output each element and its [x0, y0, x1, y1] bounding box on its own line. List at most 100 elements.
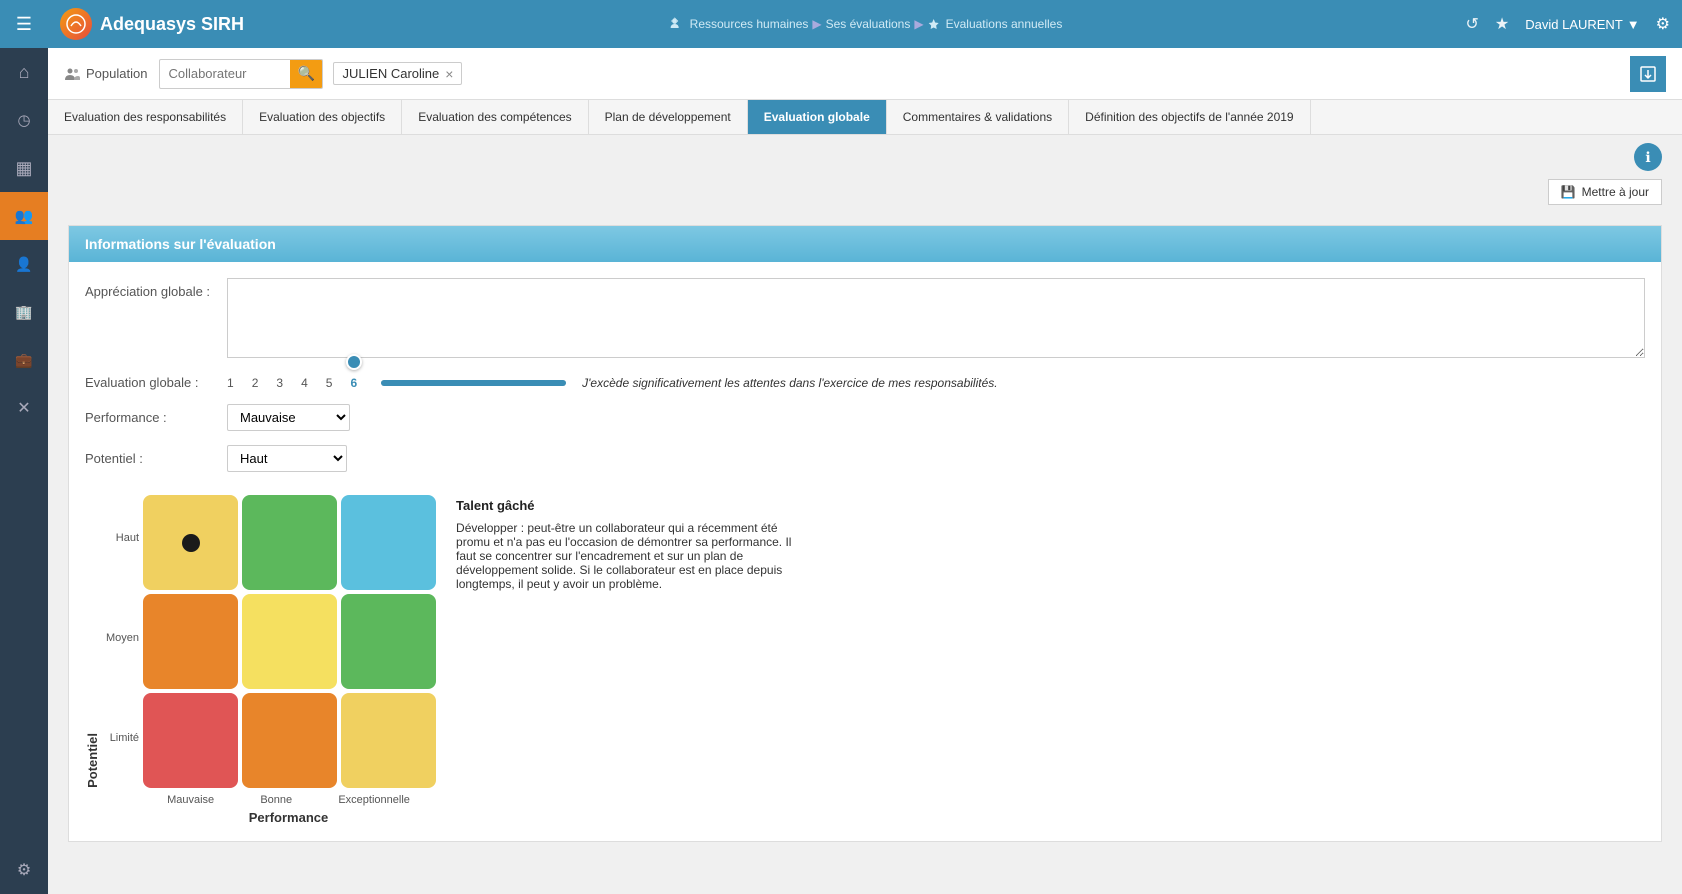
- desc-text: Développer : peut-être un collaborateur …: [456, 521, 806, 591]
- cell-limite-bonne: [242, 693, 337, 788]
- cell-moyen-exceptionnelle: [341, 594, 436, 689]
- eval-label2: Evaluation globale :: [85, 375, 215, 390]
- logo-circle: [60, 8, 92, 40]
- population-label: Population: [64, 66, 147, 82]
- real-slider[interactable]: [381, 380, 566, 386]
- sidebar-item-briefcase[interactable]: 💼: [0, 336, 48, 384]
- collaborator-tag: JULIEN Caroline ×: [333, 62, 462, 85]
- tab-responsabilites[interactable]: Evaluation des responsabilités: [48, 100, 243, 134]
- cell-limite-mauvaise: [143, 693, 238, 788]
- sidebar-item-settings[interactable]: ⚙: [0, 846, 48, 894]
- cell-moyen-mauvaise: [143, 594, 238, 689]
- building-icon: 🏢: [15, 304, 32, 321]
- sidebar-item-person[interactable]: 👤: [0, 240, 48, 288]
- perf-field-row: Performance : Mauvaise Bonne Exceptionne…: [85, 404, 1645, 431]
- topnav-gear-icon[interactable]: ⚙: [1656, 14, 1670, 34]
- sidebar-item-people[interactable]: 👥: [0, 192, 48, 240]
- clock-icon: ◷: [17, 111, 30, 129]
- user-arrow: ▼: [1627, 17, 1640, 32]
- tab-objectifs-2019[interactable]: Définition des objectifs de l'année 2019: [1069, 100, 1310, 134]
- home-icon: ☰: [16, 14, 32, 35]
- cell-haut-exceptionnelle: [341, 495, 436, 590]
- performance-select[interactable]: Mauvaise Bonne Exceptionnelle: [227, 404, 350, 431]
- y-label-haut: Haut: [106, 488, 139, 588]
- y-label-limite: Limité: [106, 688, 139, 788]
- top-nav: Adequasys SIRH Ressources humaines ▶ Ses…: [48, 0, 1682, 48]
- tag-label: JULIEN Caroline: [342, 66, 439, 81]
- sidebar-item-home[interactable]: ☰: [0, 0, 48, 48]
- eval-slider-group: 1 2 3 4 5 6: [227, 376, 998, 390]
- breadcrumb-evals[interactable]: Ses évaluations: [826, 17, 911, 31]
- apprec-label: Appréciation globale :: [85, 278, 215, 299]
- y-label-moyen: Moyen: [106, 588, 139, 688]
- page-content: ℹ 💾 Mettre à jour Informations sur l'éva…: [48, 135, 1682, 894]
- apprec-textarea[interactable]: [227, 278, 1645, 358]
- sidebar-item-x[interactable]: ✕: [0, 384, 48, 432]
- briefcase-icon: 💼: [15, 352, 32, 369]
- star-icon[interactable]: ★: [1495, 14, 1509, 34]
- breadcrumb: Ressources humaines ▶ Ses évaluations ▶ …: [668, 17, 1063, 31]
- info-circle-button[interactable]: ℹ: [1634, 143, 1662, 171]
- section-body: Appréciation globale : Evaluation global…: [69, 262, 1661, 841]
- person-icon: 👤: [15, 256, 32, 273]
- search-input-wrap: 🔍: [159, 59, 323, 89]
- cell-limite-exceptionnelle: [341, 693, 436, 788]
- tab-commentaires[interactable]: Commentaires & validations: [887, 100, 1069, 134]
- export-button[interactable]: [1630, 56, 1666, 92]
- sidebar-item-clock[interactable]: ◷: [0, 96, 48, 144]
- people-icon: 👥: [15, 207, 34, 225]
- cell-haut-mauvaise: [143, 495, 238, 590]
- sidebar-item-home2[interactable]: ⌂: [0, 48, 48, 96]
- content-inner: Informations sur l'évaluation Appréciati…: [48, 215, 1682, 888]
- grid-icon: ▦: [15, 158, 32, 179]
- top-nav-right: ↺ ★ David LAURENT ▼ ⚙: [1465, 14, 1670, 34]
- tab-objectifs[interactable]: Evaluation des objectifs: [243, 100, 402, 134]
- evaluation-info-section: Informations sur l'évaluation Appréciati…: [68, 225, 1662, 842]
- potentiel-label: Potentiel :: [85, 445, 215, 466]
- search-row: Population 🔍 JULIEN Caroline ×: [48, 48, 1682, 100]
- section-header: Informations sur l'évaluation: [69, 226, 1661, 262]
- search-button[interactable]: 🔍: [290, 59, 322, 89]
- potentiel-select[interactable]: Haut Moyen Limité: [227, 445, 347, 472]
- sep2: ▶: [914, 17, 923, 31]
- potentiel-control: Haut Moyen Limité: [227, 445, 1645, 472]
- matrix-grid-wrap: Potentiel Haut Moyen Limité: [85, 488, 436, 788]
- apprec-field-row: Appréciation globale :: [85, 278, 1645, 361]
- x-icon: ✕: [17, 398, 30, 418]
- cell-haut-bonne: [242, 495, 337, 590]
- y-labels: Haut Moyen Limité: [106, 488, 139, 788]
- user-menu[interactable]: David LAURENT ▼: [1525, 17, 1639, 32]
- breadcrumb-annual[interactable]: Evaluations annuelles: [946, 17, 1063, 31]
- matrix-grid: [143, 495, 436, 788]
- tag-close[interactable]: ×: [445, 67, 453, 81]
- settings-icon: ⚙: [17, 860, 31, 880]
- eval-desc-text: J'excède significativement les attentes …: [582, 376, 997, 390]
- house-icon: ⌂: [19, 62, 30, 83]
- app-title: Adequasys SIRH: [100, 14, 244, 35]
- sep1: ▶: [812, 17, 821, 31]
- sidebar-item-building[interactable]: 🏢: [0, 288, 48, 336]
- sidebar-item-grid[interactable]: ▦: [0, 144, 48, 192]
- cell-moyen-bonne: [242, 594, 337, 689]
- tab-evaluation-globale[interactable]: Evaluation globale: [748, 100, 887, 134]
- matrix-container: Potentiel Haut Moyen Limité: [85, 488, 436, 825]
- x-axis-area: Mauvaise Bonne Exceptionnelle Performanc…: [144, 788, 433, 825]
- perf-label: Performance :: [85, 404, 215, 425]
- eval-row-clean: Evaluation globale : 1 2 3 4 5 6: [85, 375, 1645, 390]
- perf-control: Mauvaise Bonne Exceptionnelle: [227, 404, 1645, 431]
- main-area: Adequasys SIRH Ressources humaines ▶ Ses…: [48, 0, 1682, 894]
- potentiel-field-row: Potentiel : Haut Moyen Limité: [85, 445, 1645, 472]
- matrix-description: Talent gâché Développer : peut-être un c…: [456, 488, 806, 591]
- matrix-area: Potentiel Haut Moyen Limité: [85, 488, 1645, 825]
- user-name: David LAURENT: [1525, 17, 1623, 32]
- search-input[interactable]: [160, 66, 290, 81]
- refresh-icon[interactable]: ↺: [1465, 14, 1478, 34]
- x-labels: Mauvaise Bonne Exceptionnelle: [144, 794, 433, 806]
- selection-dot: [182, 534, 200, 552]
- update-button[interactable]: 💾 Mettre à jour: [1548, 179, 1662, 205]
- tab-competences[interactable]: Evaluation des compétences: [402, 100, 588, 134]
- tab-developpement[interactable]: Plan de développement: [589, 100, 748, 134]
- x-axis-label: Performance: [144, 810, 433, 825]
- breadcrumb-rh[interactable]: Ressources humaines: [690, 17, 809, 31]
- desc-title: Talent gâché: [456, 498, 806, 513]
